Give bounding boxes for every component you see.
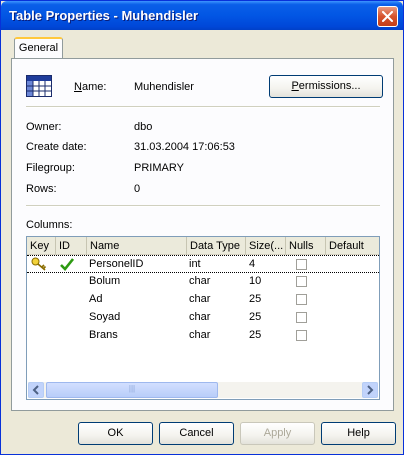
permissions-button-label: Permissions... xyxy=(291,80,361,92)
key-icon xyxy=(31,257,47,271)
table-row[interactable]: Soyad char 25 xyxy=(27,309,379,327)
filegroup-label: Filegroup: xyxy=(26,162,75,174)
cell-name: Ad xyxy=(89,293,103,305)
grid-header: Key ID Name Data Type Size(... Nulls Def… xyxy=(27,237,379,255)
cell-name: Brans xyxy=(89,329,118,341)
rows-label: Rows: xyxy=(26,183,57,195)
title-bar[interactable]: Table Properties - Muhendisler xyxy=(1,1,403,30)
cell-name: Bolum xyxy=(89,275,121,287)
help-button-label: Help xyxy=(347,427,370,439)
general-panel: Name: Muhendisler Permissions... Owner: … xyxy=(11,58,394,411)
tab-general-label: General xyxy=(18,42,59,54)
cancel-button-label: Cancel xyxy=(179,427,214,439)
close-button[interactable] xyxy=(377,6,398,27)
cell-data-type: char xyxy=(189,275,211,287)
column-header-id[interactable]: ID xyxy=(56,237,87,255)
create-date-label: Create date: xyxy=(26,141,87,153)
rows-value: 0 xyxy=(134,183,141,195)
cell-size: 25 xyxy=(249,293,262,305)
close-icon xyxy=(382,11,393,22)
nulls-checkbox[interactable] xyxy=(296,330,307,341)
column-header-nulls[interactable]: Nulls xyxy=(286,237,326,255)
column-header-key[interactable]: Key xyxy=(27,237,56,255)
cell-data-type: char xyxy=(189,329,211,341)
apply-button-label: Apply xyxy=(263,427,292,439)
cell-name: PersonelID xyxy=(89,258,144,270)
owner-value: dbo xyxy=(134,121,153,133)
column-header-default[interactable]: Default xyxy=(326,237,379,255)
window-title: Table Properties - Muhendisler xyxy=(9,8,199,23)
scroll-right-button[interactable] xyxy=(362,382,378,398)
scroll-left-button[interactable] xyxy=(28,382,44,398)
ok-button-label: OK xyxy=(107,427,124,439)
name-value: Muhendisler xyxy=(134,81,194,93)
checkmark-icon xyxy=(60,258,74,271)
table-row[interactable]: Ad char 25 xyxy=(27,291,379,309)
column-header-name[interactable]: Name xyxy=(87,237,187,255)
column-header-size[interactable]: Size(... xyxy=(246,237,286,255)
tab-general[interactable]: General xyxy=(14,37,63,59)
scroll-thumb[interactable]: ||| xyxy=(46,382,218,398)
table-properties-dialog: Table Properties - Muhendisler General N… xyxy=(0,0,404,455)
columns-label: Columns: xyxy=(26,219,73,231)
cell-size: 4 xyxy=(249,258,256,270)
nulls-checkbox[interactable] xyxy=(296,259,307,270)
name-label: Name: xyxy=(74,81,107,93)
separator xyxy=(26,106,380,108)
horizontal-scrollbar[interactable]: ||| xyxy=(28,382,378,398)
cell-size: 10 xyxy=(249,275,262,287)
table-icon xyxy=(26,75,52,97)
chevron-right-icon xyxy=(367,385,374,395)
nulls-checkbox[interactable] xyxy=(296,312,307,323)
table-row[interactable]: Bolum char 10 xyxy=(27,273,379,291)
column-header-data-type[interactable]: Data Type xyxy=(187,237,246,255)
cell-name: Soyad xyxy=(89,311,121,323)
nulls-checkbox[interactable] xyxy=(296,294,307,305)
columns-grid[interactable]: Key ID Name Data Type Size(... Nulls Def… xyxy=(26,236,380,400)
cancel-button[interactable]: Cancel xyxy=(159,422,234,445)
help-button[interactable]: Help xyxy=(321,422,396,445)
cell-data-type: int xyxy=(189,258,201,270)
cell-data-type: char xyxy=(189,293,211,305)
nulls-checkbox[interactable] xyxy=(296,276,307,287)
create-date-value: 31.03.2004 17:06:53 xyxy=(134,141,235,153)
table-row[interactable]: Brans char 25 xyxy=(27,327,379,345)
permissions-button[interactable]: Permissions... xyxy=(269,75,383,98)
cell-data-type: char xyxy=(189,311,211,323)
cell-size: 25 xyxy=(249,311,262,323)
chevron-left-icon xyxy=(32,385,39,395)
owner-label: Owner: xyxy=(26,121,62,133)
table-row[interactable]: PersonelID int 4 xyxy=(27,255,379,273)
separator xyxy=(26,205,380,207)
filegroup-value: PRIMARY xyxy=(134,162,184,174)
apply-button[interactable]: Apply xyxy=(240,422,315,445)
cell-size: 25 xyxy=(249,329,262,341)
ok-button[interactable]: OK xyxy=(78,422,153,445)
